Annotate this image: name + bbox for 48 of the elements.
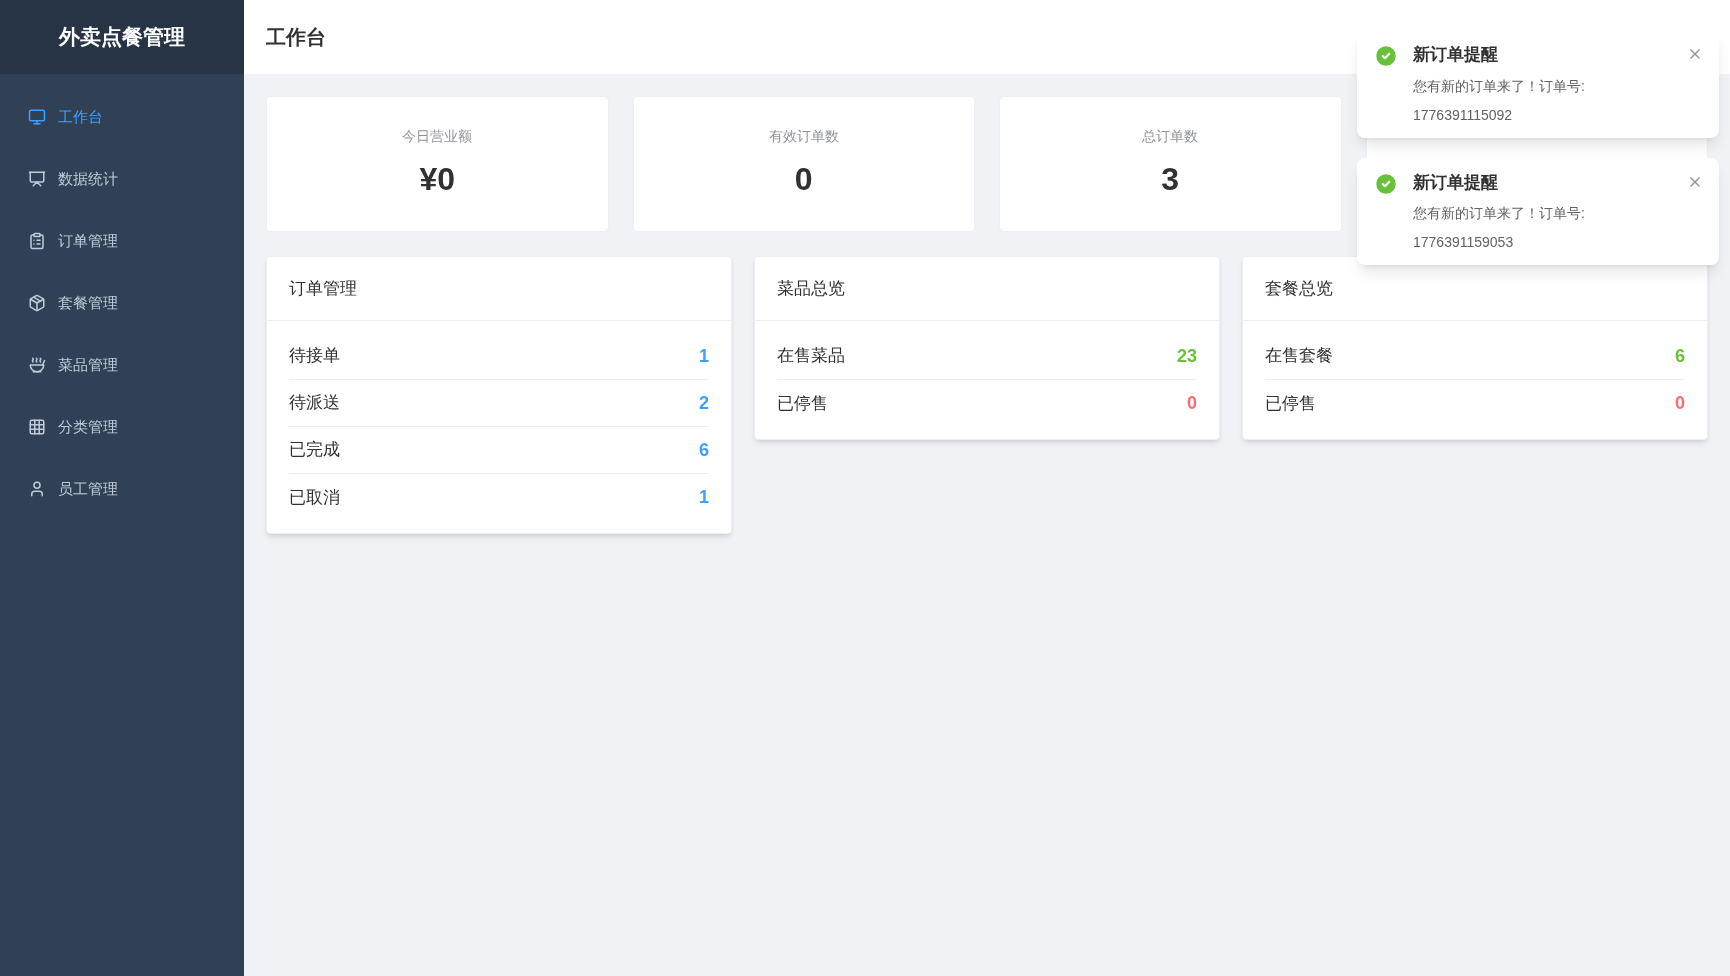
order-number: 1776391159053 [1413,233,1515,252]
row-count: 6 [1675,344,1685,368]
chart-board-icon [28,170,46,188]
grid-icon [28,418,46,436]
bowl-icon [28,356,46,374]
clipboard-icon [28,232,46,250]
notification-message: 您有新的订单来了！订单号: [1413,204,1586,223]
sidebar-item[interactable]: 员工管理 [0,458,244,520]
notification-message: 您有新的订单来了！订单号: [1413,76,1586,96]
notification-title: 新订单提醒 [1413,44,1499,66]
row-label: 已停售 [1265,392,1316,415]
stat-value: 0 [794,159,813,199]
monitor-icon [28,108,46,126]
row-count: 2 [699,391,709,415]
card-title: 订单管理 [289,277,357,300]
stat-value: 3 [1161,159,1180,199]
stat-label: 总订单数 [1142,126,1199,146]
user-icon [28,480,46,498]
card-title: 套餐总览 [1265,277,1333,300]
sidebar-item[interactable]: 分类管理 [0,396,244,458]
box-icon [28,294,46,312]
stat-label: 有效订单数 [768,126,839,146]
row-label: 已停售 [777,392,828,415]
sidebar-item[interactable]: 工作台 [0,86,244,148]
row-label: 待派送 [289,392,340,415]
row-count: 1 [699,486,709,509]
row-label: 在售菜品 [777,345,845,368]
sidebar-item[interactable]: 套餐管理 [0,272,244,334]
stat-value: ¥0 [419,159,456,199]
order-number: 1776391115092 [1413,105,1514,125]
card-title: 菜品总览 [777,277,845,300]
stat-label: 今日营业额 [402,126,473,146]
row-label: 已完成 [289,439,340,462]
row-count: 23 [1176,344,1197,368]
row-count: 1 [699,344,709,368]
row-count: 0 [1675,392,1685,415]
sidebar-item[interactable]: 订单管理 [0,210,244,272]
row-count: 0 [1187,392,1197,415]
row-count: 6 [699,438,709,462]
row-label: 待接单 [289,345,340,368]
row-label: 在售套餐 [1265,345,1333,368]
sidebar-item[interactable]: 数据统计 [0,148,244,210]
page-title: 工作台 [266,25,326,50]
row-label: 已取消 [289,486,340,509]
success-icon [1373,43,1399,69]
app-title: 外卖点餐管理 [0,0,244,74]
sidebar-item[interactable]: 菜品管理 [0,334,244,396]
notification-title: 新订单提醒 [1413,171,1499,194]
